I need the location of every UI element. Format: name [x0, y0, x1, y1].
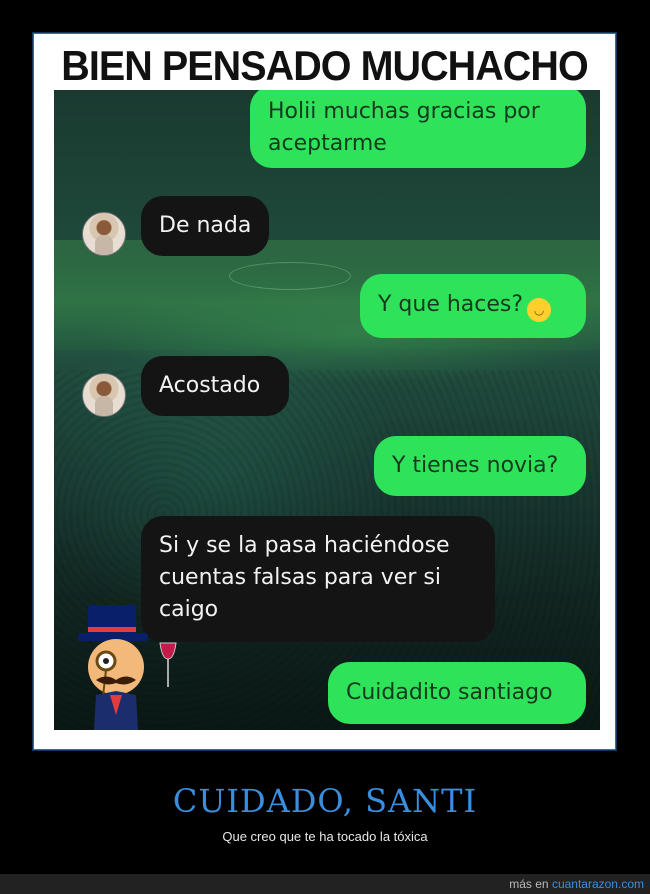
gentleman-mascot-icon — [78, 605, 177, 730]
chat-screenshot: Holii muchas gracias por aceptarme De na… — [54, 90, 600, 730]
message-line: caigo — [159, 597, 219, 622]
sent-message: Cuidadito santiago — [328, 662, 586, 724]
received-message: Si y se la pasa haciéndose cuentas falsa… — [141, 516, 495, 642]
message-text: Y tienes novia? — [392, 453, 559, 478]
contact-avatar — [82, 212, 126, 256]
meme-frame: BIEN PENSADO MUCHACHO Holii muchas graci… — [33, 33, 616, 750]
message-text: Cuidadito santiago — [346, 680, 553, 705]
caption-subtitle: Que creo que te ha tocado la tóxica — [222, 829, 428, 844]
site-link[interactable]: cuantarazon.com — [552, 877, 644, 891]
message-line: Si y se la pasa haciéndose — [159, 533, 450, 558]
message-line: Holii muchas gracias por — [268, 99, 540, 124]
received-message: Acostado — [141, 356, 289, 416]
footer-prefix: más en — [509, 877, 549, 891]
sent-message: Y tienes novia? — [374, 436, 586, 496]
sent-message: Holii muchas gracias por aceptarme — [250, 90, 586, 168]
smirking-face-icon: ◡ — [527, 298, 552, 322]
received-message: De nada — [141, 196, 269, 256]
message-text: Y que haces? — [378, 292, 524, 317]
caption-title: CUIDADO, SANTI — [172, 782, 478, 820]
message-line: cuentas falsas para ver si — [159, 565, 441, 590]
contact-avatar — [82, 373, 126, 417]
meme-title: BIEN PENSADO MUCHACHO — [61, 42, 588, 89]
message-text: De nada — [159, 213, 252, 238]
pitch-circle — [229, 262, 351, 290]
sent-message: Y que haces? ◡ — [360, 274, 586, 338]
footer: más en cuantarazon.com — [509, 877, 644, 891]
message-text: Acostado — [159, 373, 261, 398]
message-line: aceptarme — [268, 131, 387, 156]
